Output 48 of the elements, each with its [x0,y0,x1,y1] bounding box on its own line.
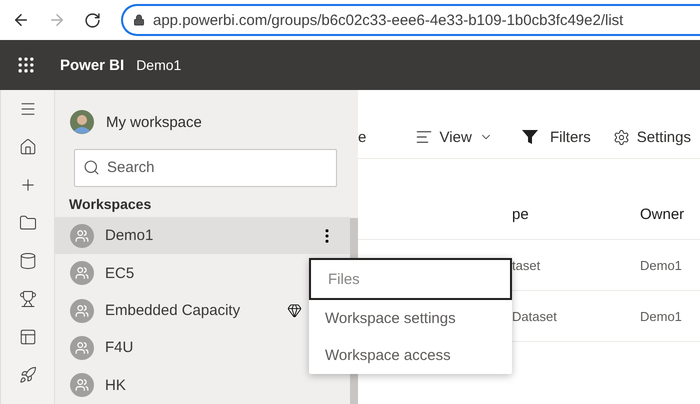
workspace-label: HK [105,376,126,394]
workspace-item[interactable]: F4U [55,329,302,367]
rocket-icon[interactable] [18,366,36,384]
workspace-item[interactable]: EC5 [55,254,302,292]
search-field[interactable]: Search [74,148,337,187]
workspace-label: F4U [105,339,134,356]
settings-button[interactable]: Settings [612,128,691,146]
back-icon[interactable] [12,11,30,29]
column-header[interactable]: Owner [640,206,684,222]
my-workspace-link[interactable]: My workspace [106,114,202,131]
address-bar[interactable]: app.powerbi.com/groups/b6c02c33-eee6-4e33-b109-1b0cb3fc49e2/list [121,4,700,36]
workspace-label: EC5 [105,264,134,282]
view-button[interactable]: View [414,128,493,146]
menu-item[interactable]: Workspace settings [309,300,512,337]
home-icon[interactable] [18,138,36,156]
table-cell: Demo1 [640,308,682,324]
table-cell: taset [512,258,540,272]
trophy-icon[interactable] [18,290,36,308]
table-cell: Dataset [512,308,557,324]
workspace-icon [70,336,94,360]
menu-item[interactable]: Files [309,258,512,300]
cylinder-icon[interactable] [18,252,36,270]
workspace-icon [70,373,94,398]
workspace-icon [70,261,94,286]
toolbar-label: e [358,128,366,146]
menu-item[interactable]: Workspace access [309,337,512,374]
folder-icon[interactable] [18,214,36,232]
workspace-label: Embedded Capacity [105,302,240,319]
filter-icon [520,128,539,146]
table-cell: Demo1 [640,258,682,272]
app-launcher-icon[interactable] [16,55,36,75]
avatar-icon [70,110,94,134]
workspace-item[interactable]: HK [55,366,302,404]
settings-icon [612,128,630,146]
workspace-icon [70,224,94,248]
lock-icon [133,14,145,26]
workspace-item[interactable]: Demo1 [55,216,350,254]
workspace-item[interactable]: Embedded Capacity [55,292,302,330]
reload-icon[interactable] [84,12,101,28]
workspace-label: Demo1 [105,227,154,244]
column-header[interactable]: pe [512,206,529,222]
workspace-name: Demo1 [136,57,182,73]
section-heading: Workspaces [69,196,152,212]
search-icon [83,158,100,176]
app-name: Power BI [60,56,124,74]
workspace-icon [70,298,94,322]
layout-icon[interactable] [18,328,36,346]
filters-button[interactable]: Filters [520,128,591,146]
